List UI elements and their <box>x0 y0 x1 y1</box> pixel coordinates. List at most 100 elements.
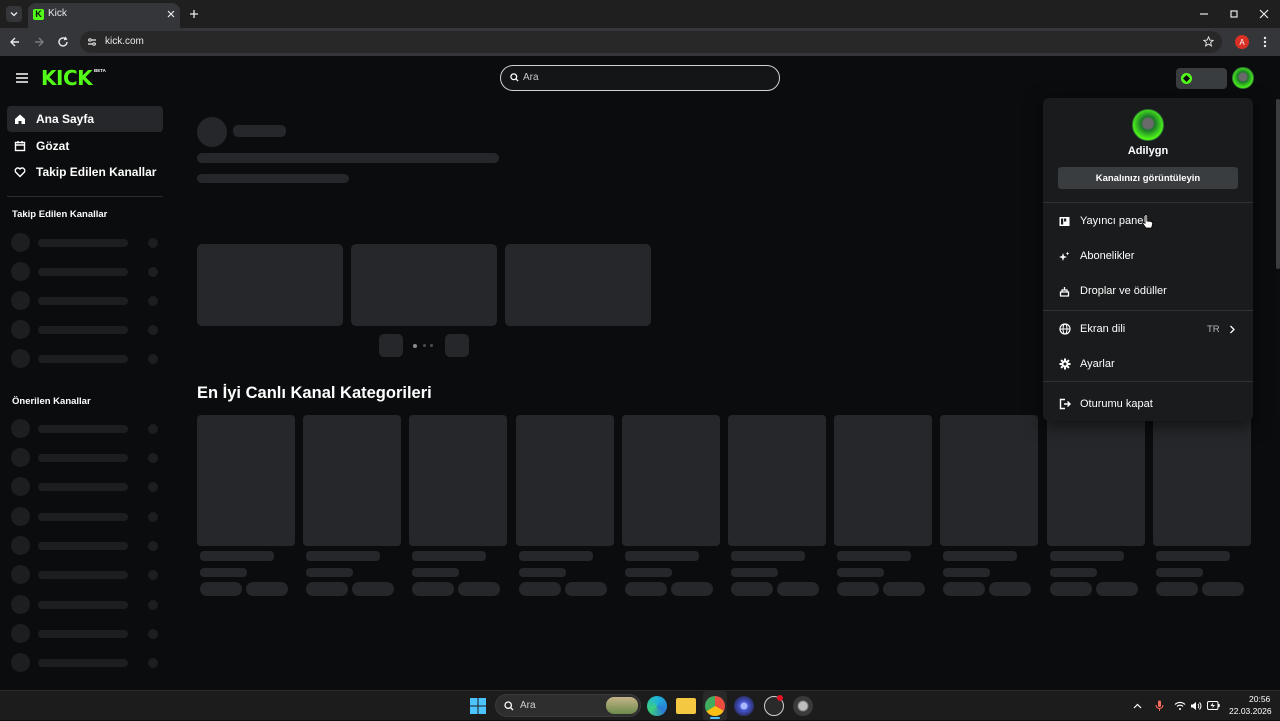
sidebar: Ana Sayfa Gözat Takip Edilen Kanallar Ta… <box>0 99 170 690</box>
address-bar[interactable]: kick.com <box>80 31 1222 53</box>
category-text-skeleton <box>518 551 593 561</box>
user-avatar-button[interactable] <box>1232 67 1254 89</box>
browser-tab-strip: K Kick <box>0 0 1280 28</box>
search-input[interactable]: Ara <box>500 65 780 91</box>
address-text: kick.com <box>105 36 144 47</box>
menu-item-label: Ayarlar <box>1080 358 1115 370</box>
category-text-skeleton <box>1155 551 1230 561</box>
tab-close-icon[interactable] <box>167 10 175 18</box>
category-tag-skeleton <box>731 582 773 596</box>
category-tag-skeleton <box>989 582 1032 596</box>
browse-icon <box>13 139 27 153</box>
category-tag-skeleton <box>1049 582 1092 596</box>
followed-channels-heading: Takip Edilen Kanallar <box>12 209 108 220</box>
category-tag-skeleton <box>306 582 349 596</box>
restore-icon[interactable] <box>1229 9 1239 19</box>
menu-user-avatar <box>1132 109 1164 141</box>
taskbar-search-box[interactable]: Ara <box>495 694 641 717</box>
site-header: KICK BETA Ara <box>0 57 1280 99</box>
category-text-skeleton <box>624 568 672 577</box>
search-placeholder: Ara <box>523 72 539 83</box>
category-tag-skeleton <box>943 582 986 596</box>
sidebar-item-home[interactable]: Ana Sayfa <box>7 106 163 132</box>
hamburger-menu-icon[interactable] <box>15 72 29 84</box>
recommended-channel-skeleton <box>11 507 161 526</box>
taskbar-search-placeholder: Ara <box>520 700 536 711</box>
microphone-icon[interactable] <box>1155 700 1164 712</box>
close-window-icon[interactable] <box>1259 9 1269 19</box>
logo-badge: BETA <box>94 68 106 73</box>
clock-time[interactable]: 20:56 <box>1249 694 1270 704</box>
recommended-channel-skeleton <box>11 595 161 614</box>
windows-start-icon[interactable] <box>470 698 486 714</box>
featured-title-skeleton <box>197 153 499 163</box>
page-scrollbar[interactable] <box>1276 99 1280 269</box>
category-tag-skeleton <box>458 582 501 596</box>
carousel-prev-button[interactable] <box>379 334 403 357</box>
browser-menu-icon[interactable] <box>1263 36 1267 48</box>
language-value: TR <box>1207 324 1220 335</box>
chevron-up-icon[interactable] <box>1133 702 1142 711</box>
menu-item-drops-rewards[interactable]: Droplar ve ödüller <box>1043 277 1253 305</box>
file-explorer-icon[interactable] <box>676 698 696 714</box>
category-card-skeleton <box>409 415 508 546</box>
recommended-channels-heading: Önerilen Kanallar <box>12 396 91 407</box>
category-tag-skeleton <box>412 582 455 596</box>
menu-item-label: Yayıncı paneli <box>1080 215 1149 227</box>
forward-icon[interactable] <box>33 36 45 48</box>
category-card-skeleton <box>728 415 826 546</box>
sidebar-item-following[interactable]: Takip Edilen Kanallar <box>7 159 163 185</box>
app-icon-blue-circle[interactable] <box>734 696 754 716</box>
volume-icon[interactable] <box>1190 701 1202 711</box>
view-channel-button[interactable]: Kanalınızı görüntüleyin <box>1058 167 1238 189</box>
menu-item-settings[interactable]: Ayarlar <box>1043 350 1253 378</box>
category-text-skeleton <box>837 551 912 561</box>
gear-icon <box>1058 358 1071 371</box>
wifi-icon[interactable] <box>1174 701 1186 711</box>
tab-list-button[interactable] <box>6 6 22 22</box>
sidebar-item-label: Takip Edilen Kanallar <box>36 165 157 179</box>
menu-item-display-language[interactable]: Ekran dili TR <box>1043 315 1253 343</box>
category-text-skeleton <box>200 551 274 561</box>
category-text-skeleton <box>731 551 805 561</box>
category-tag-skeleton <box>1155 582 1198 596</box>
category-text-skeleton <box>1049 551 1124 561</box>
clock-date[interactable]: 22.03.2026 <box>1229 706 1272 716</box>
app-icon-dark-globe[interactable] <box>793 696 813 716</box>
minimize-icon[interactable] <box>1199 9 1209 19</box>
sidebar-item-browse[interactable]: Gözat <box>7 133 163 159</box>
featured-meta-skeleton <box>197 174 349 183</box>
profile-initial: A <box>1239 37 1245 47</box>
followed-channel-skeleton <box>11 233 161 252</box>
category-tag-skeleton <box>246 582 288 596</box>
menu-item-logout[interactable]: Oturumu kapat <box>1043 390 1253 418</box>
recommended-channel-skeleton <box>11 419 161 438</box>
edge-icon[interactable] <box>647 696 667 716</box>
menu-username: Adilygn <box>1127 145 1169 157</box>
category-tag-skeleton <box>624 582 667 596</box>
category-tag-skeleton <box>200 582 242 596</box>
category-tag-skeleton <box>777 582 819 596</box>
category-text-skeleton <box>837 568 885 577</box>
back-icon[interactable] <box>9 36 21 48</box>
kick-coins-button[interactable] <box>1176 68 1227 89</box>
category-card-skeleton <box>1152 415 1251 546</box>
profile-avatar[interactable]: A <box>1235 35 1249 49</box>
new-tab-icon[interactable] <box>189 9 199 19</box>
menu-item-subscriptions[interactable]: Abonelikler <box>1043 242 1253 270</box>
reload-icon[interactable] <box>57 36 69 48</box>
category-text-skeleton <box>306 551 381 561</box>
hand-cursor-icon <box>1142 214 1154 229</box>
recommended-channel-skeleton <box>11 624 161 643</box>
carousel-next-button[interactable] <box>445 334 469 357</box>
carousel-dot <box>430 344 433 347</box>
kick-favicon-icon: K <box>33 9 44 20</box>
battery-icon[interactable] <box>1207 701 1220 710</box>
site-info-icon[interactable] <box>87 37 97 47</box>
kick-logo[interactable]: KICK BETA <box>41 66 106 90</box>
home-icon <box>13 112 27 126</box>
category-text-skeleton <box>200 568 247 577</box>
bookmark-star-icon[interactable] <box>1203 36 1214 47</box>
browser-tab[interactable]: K Kick <box>28 3 180 28</box>
category-text-skeleton <box>731 568 778 577</box>
